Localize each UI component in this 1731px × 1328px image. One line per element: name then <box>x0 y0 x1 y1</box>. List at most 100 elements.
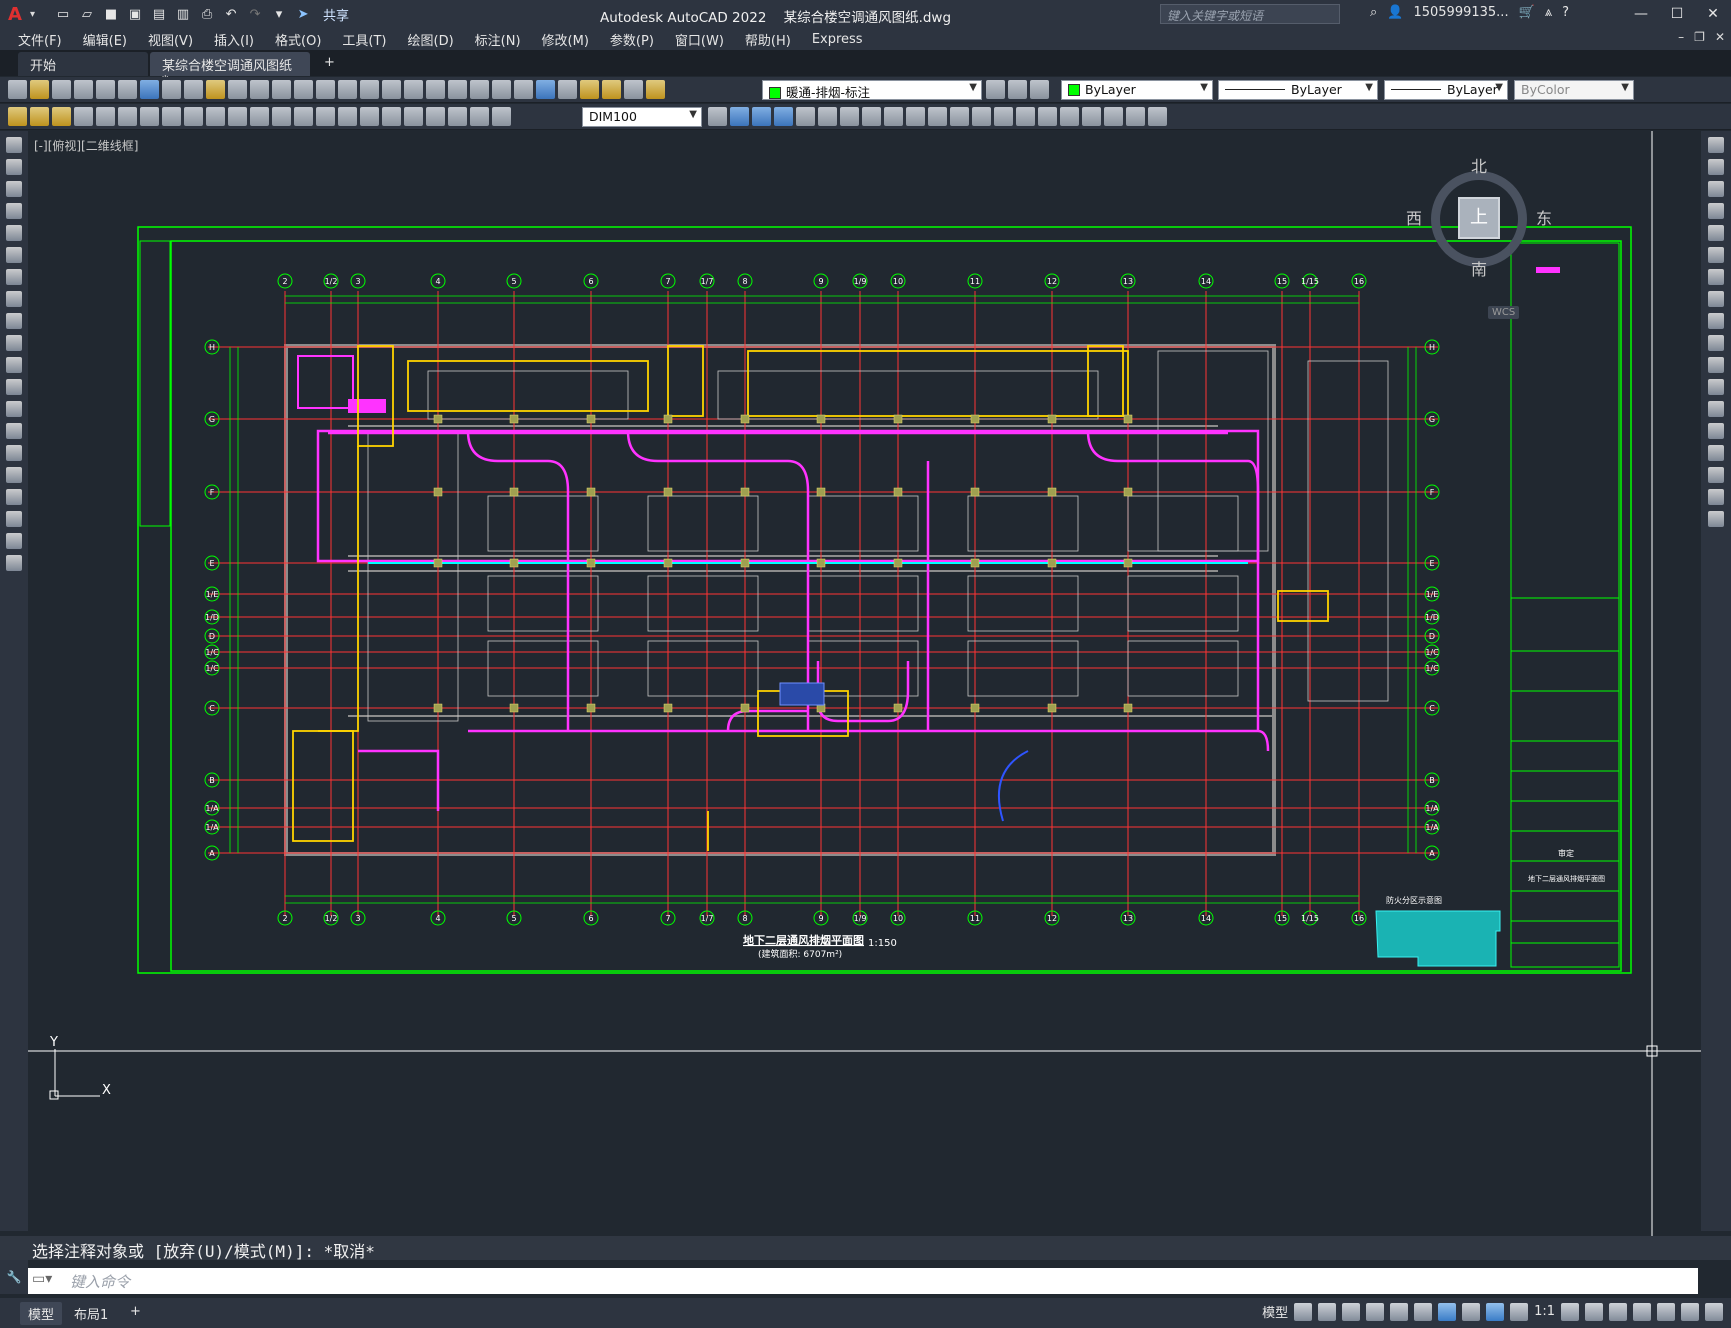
object-snap-tracking-icon[interactable] <box>1414 1302 1433 1321</box>
share-label[interactable]: 共享 <box>323 5 349 24</box>
dimstyle-dropdown[interactable]: DIM100 ▼ <box>582 107 702 127</box>
join-right-icon[interactable] <box>1708 423 1724 439</box>
customize-command-icon[interactable]: 🔧 <box>0 1270 28 1284</box>
draworder-front-icon[interactable] <box>1082 107 1101 126</box>
construction-line-icon[interactable] <box>6 159 22 175</box>
sheet-set-icon[interactable] <box>470 80 489 99</box>
point-icon[interactable] <box>6 423 22 439</box>
quick-properties-icon[interactable] <box>1633 1302 1651 1321</box>
preview-icon[interactable] <box>96 80 115 99</box>
explode-right-icon[interactable] <box>1708 511 1724 527</box>
web-save-icon[interactable]: ▥ <box>173 5 193 23</box>
cut-icon[interactable] <box>162 80 181 99</box>
mirror-right-icon[interactable] <box>1708 181 1724 197</box>
gradient-icon[interactable] <box>6 467 22 483</box>
arc-icon[interactable] <box>6 247 22 263</box>
layer-lock-icon[interactable] <box>646 80 665 99</box>
doc-restore-button[interactable]: ❐ <box>1694 30 1705 44</box>
auto-scale-icon[interactable] <box>1510 1302 1529 1321</box>
dim-break-icon[interactable] <box>338 107 357 126</box>
menu-modify[interactable]: 修改(M) <box>542 30 589 49</box>
circle-icon[interactable] <box>6 269 22 285</box>
copy-right-icon[interactable] <box>1708 159 1724 175</box>
menu-format[interactable]: 格式(O) <box>275 30 321 49</box>
save-tool-icon[interactable] <box>52 80 71 99</box>
object-snap-icon[interactable] <box>1438 1302 1457 1321</box>
revision-cloud-icon[interactable] <box>6 291 22 307</box>
dim-tool-icon[interactable] <box>30 107 49 126</box>
web-open-icon[interactable]: ▤ <box>149 5 169 23</box>
inspection-icon[interactable] <box>404 107 423 126</box>
lineweight-dropdown[interactable]: ByLayer ▼ <box>1384 80 1508 100</box>
dim-override-icon[interactable] <box>708 107 727 126</box>
stretch-right-icon[interactable] <box>1708 313 1724 329</box>
region-icon[interactable] <box>6 489 22 505</box>
rotate-right-icon[interactable] <box>1708 269 1724 285</box>
dim-update2-icon[interactable] <box>492 107 511 126</box>
linetype-dropdown[interactable]: ByLayer ▼ <box>1218 80 1378 100</box>
publish-icon[interactable] <box>118 80 137 99</box>
wcs-menu[interactable]: WCS <box>1488 306 1520 319</box>
dim-style-icon[interactable] <box>8 107 27 126</box>
polygon-icon[interactable] <box>6 203 22 219</box>
save-as-icon[interactable]: ▣ <box>125 5 145 23</box>
menu-view[interactable]: 视图(V) <box>148 30 193 49</box>
paste-icon[interactable] <box>206 80 225 99</box>
offset-right-icon[interactable] <box>1708 203 1724 219</box>
dim-text-edit-icon[interactable] <box>470 107 489 126</box>
scale-right-icon[interactable] <box>1708 291 1724 307</box>
zoom-previous-icon[interactable] <box>382 80 401 99</box>
layer-dropdown[interactable]: 暖通-排烟-标注 ▼ <box>762 80 982 100</box>
snap-mode-icon[interactable] <box>1318 1302 1337 1321</box>
copy-object-icon[interactable] <box>730 107 749 126</box>
clean-screen-icon[interactable] <box>1681 1302 1699 1321</box>
menu-file[interactable]: 文件(F) <box>18 30 62 49</box>
autodesk-app-icon[interactable]: ⩓ <box>1545 5 1552 20</box>
move-icon[interactable] <box>818 107 837 126</box>
tolerance-icon[interactable] <box>360 107 379 126</box>
menu-parametric[interactable]: 参数(P) <box>610 30 654 49</box>
zoom-realtime-icon[interactable] <box>338 80 357 99</box>
lineweight-display-icon[interactable] <box>1462 1302 1481 1321</box>
tab-start[interactable]: 开始 <box>18 52 148 76</box>
workspace-gear-icon[interactable] <box>1561 1302 1579 1321</box>
trim-right-icon[interactable] <box>1708 335 1724 351</box>
ellipse-arc-icon[interactable] <box>6 357 22 373</box>
compass-west[interactable]: 西 <box>1406 205 1422 229</box>
units-icon[interactable] <box>1609 1302 1627 1321</box>
arc-length-icon[interactable] <box>118 107 137 126</box>
hatch-icon[interactable] <box>6 445 22 461</box>
polar-tracking-icon[interactable] <box>1366 1302 1385 1321</box>
command-prompt-icon[interactable]: ▭▾ <box>32 1271 52 1287</box>
isodraft-icon[interactable] <box>1390 1302 1409 1321</box>
model-space-label[interactable]: 模型 <box>1262 1302 1288 1321</box>
line-icon[interactable] <box>6 137 22 153</box>
send-under-icon[interactable] <box>1148 107 1167 126</box>
dim-update-icon[interactable] <box>52 107 71 126</box>
array-icon[interactable] <box>796 107 815 126</box>
diameter-dim-icon[interactable] <box>206 107 225 126</box>
draworder-back-icon[interactable] <box>1104 107 1123 126</box>
layer-previous-icon[interactable] <box>1008 80 1027 99</box>
calculator-icon[interactable] <box>514 80 533 99</box>
erase-icon[interactable] <box>1708 137 1724 153</box>
break-point-icon[interactable] <box>1708 379 1724 395</box>
angular-dim-icon[interactable] <box>228 107 247 126</box>
design-center-icon[interactable] <box>426 80 445 99</box>
matchprop-icon[interactable] <box>228 80 247 99</box>
blend-icon[interactable] <box>1708 489 1724 505</box>
open-file-icon[interactable]: ▱ <box>77 5 97 23</box>
dim-edit-icon[interactable] <box>448 107 467 126</box>
rotate-icon[interactable] <box>840 107 859 126</box>
tab-document[interactable]: 某综合楼空调通风图纸*✕ <box>150 52 310 89</box>
qat-customize-icon[interactable]: ▾ <box>269 5 289 23</box>
fillet-right-icon[interactable] <box>1708 467 1724 483</box>
app-menu-arrow-icon[interactable]: ▾ <box>30 9 35 20</box>
tab-layout1[interactable]: 布局1 <box>66 1302 116 1325</box>
linear-dim-icon[interactable] <box>74 107 93 126</box>
compass-north[interactable]: 北 <box>1471 153 1487 177</box>
properties-icon[interactable] <box>404 80 423 99</box>
add-selected-icon[interactable] <box>6 555 22 571</box>
break-icon[interactable] <box>950 107 969 126</box>
jogged-linear-icon[interactable] <box>426 107 445 126</box>
